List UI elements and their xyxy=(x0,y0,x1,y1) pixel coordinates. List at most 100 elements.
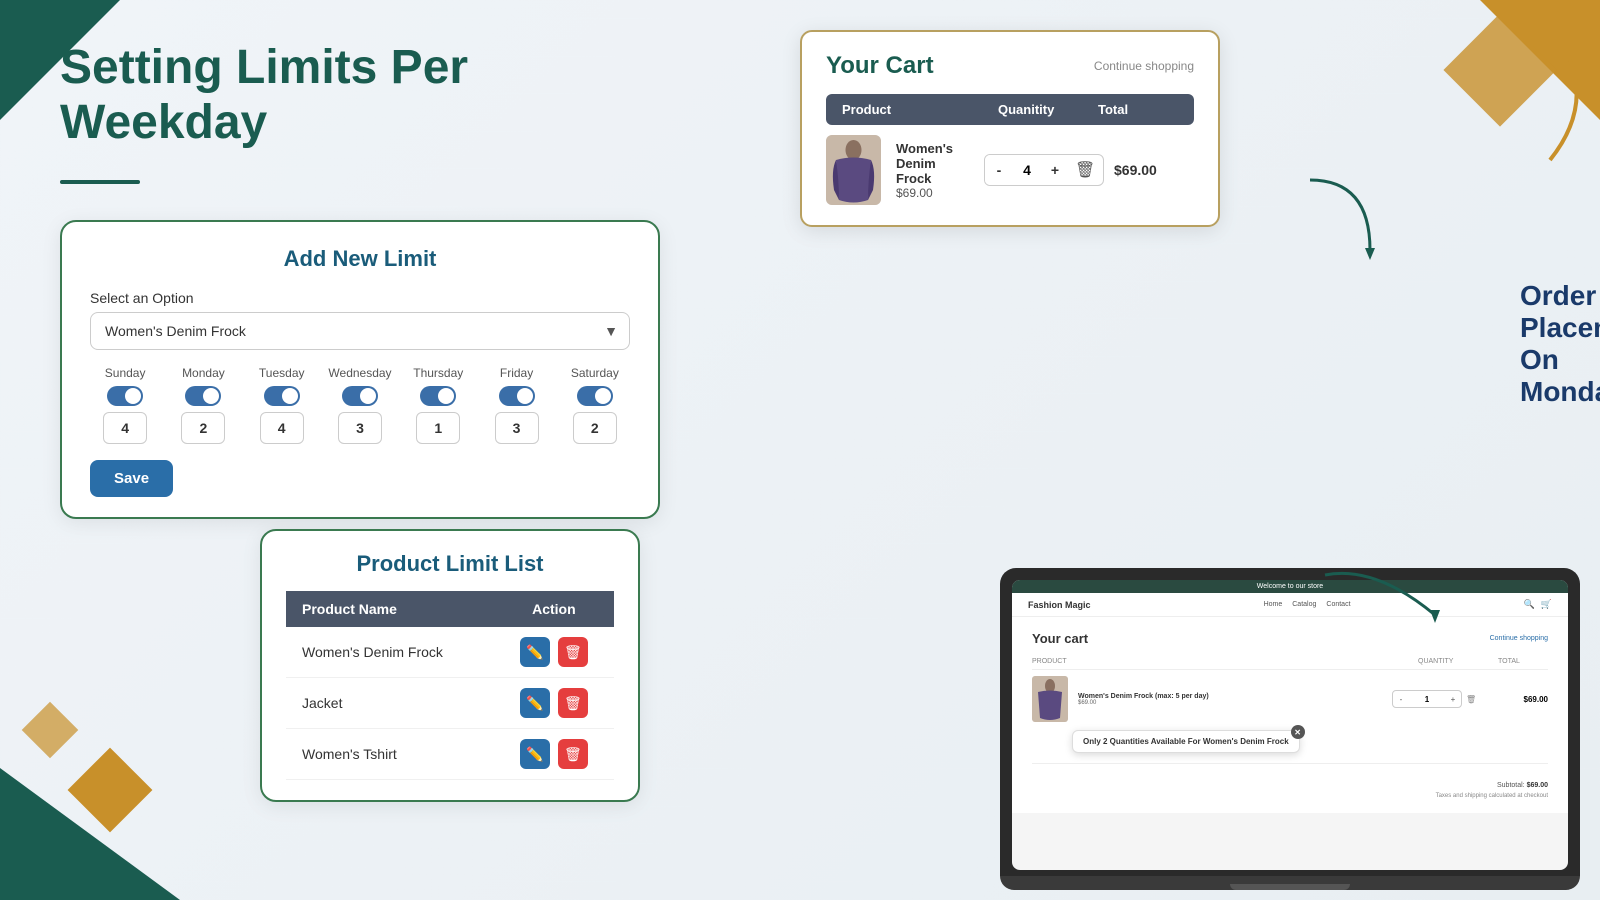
arrow-list-to-laptop xyxy=(1315,555,1455,640)
add-limit-card-title: Add New Limit xyxy=(90,246,630,272)
screen-content: Welcome to our store Fashion Magic Home … xyxy=(1012,580,1568,870)
quantity-decrease-button[interactable]: - xyxy=(985,155,1013,185)
product-limit-list-card: Product Limit List Product Name Action W… xyxy=(260,529,640,802)
delete-button-denim[interactable]: 🗑 xyxy=(558,637,588,667)
gold-curve-svg xyxy=(1470,50,1590,170)
tuesday-input[interactable] xyxy=(260,412,304,444)
tooltip-close-button[interactable]: ✕ xyxy=(1291,725,1305,739)
cart-product-name: Women's Denim Frock xyxy=(896,141,974,186)
cart-product-info: Women's Denim Frock $69.00 xyxy=(896,141,974,200)
screen-cart-title: Your cart xyxy=(1032,631,1088,646)
wednesday-toggle[interactable] xyxy=(342,386,378,406)
screen-product-image xyxy=(1032,676,1068,722)
screen-nav-icons: 🔍 🛒 xyxy=(1524,599,1552,610)
subtotal-row: Subtotal: $69.00 xyxy=(1032,778,1548,793)
screen-qty-decrease[interactable]: - xyxy=(1393,695,1409,704)
friday-input[interactable] xyxy=(495,412,539,444)
col-action: Action xyxy=(494,591,614,627)
friday-toggle[interactable] xyxy=(499,386,535,406)
tooltip-container: Only 2 Quantities Available For Women's … xyxy=(1032,726,1548,753)
subtotal-section: Subtotal: $69.00 Taxes and shipping calc… xyxy=(1032,763,1548,799)
select-wrapper: Women's Denim Frock Jacket Women's Tshir… xyxy=(90,312,630,350)
action-btns-tshirt: ✏️ 🗑 xyxy=(510,739,598,769)
table-row: Jacket ✏️ 🗑 xyxy=(286,678,614,729)
screen-nav: Fashion Magic Home Catalog Contact 🔍 🛒 xyxy=(1012,593,1568,617)
tooltip-text: Only 2 Quantities Available For Women's … xyxy=(1083,737,1289,746)
screen-col-product: PRODUCT xyxy=(1032,658,1418,665)
cart-table-header: Product Quanitity Total xyxy=(826,94,1194,125)
weekday-monday: Monday xyxy=(168,366,238,444)
monday-input[interactable] xyxy=(181,412,225,444)
product-thumbnail xyxy=(826,135,881,205)
table-body: Women's Denim Frock ✏️ 🗑 Jacket ✏ xyxy=(286,627,614,780)
friday-label: Friday xyxy=(500,366,533,380)
search-icon[interactable]: 🔍 xyxy=(1524,599,1535,610)
wednesday-input[interactable] xyxy=(338,412,382,444)
product-image-svg xyxy=(826,135,881,205)
tuesday-toggle[interactable] xyxy=(264,386,300,406)
product-name-tshirt: Women's Tshirt xyxy=(286,729,494,780)
thursday-toggle[interactable] xyxy=(420,386,456,406)
cart-icon[interactable]: 🛒 xyxy=(1541,599,1552,610)
sunday-toggle[interactable] xyxy=(107,386,143,406)
select-label: Select an Option xyxy=(90,290,630,306)
thursday-input[interactable] xyxy=(416,412,460,444)
col-product-name: Product Name xyxy=(286,591,494,627)
sunday-input[interactable] xyxy=(103,412,147,444)
weekday-wednesday: Wednesday xyxy=(325,366,395,444)
subtotal-amount: $69.00 xyxy=(1527,782,1548,789)
order-placement-title: Order Placement On Monday xyxy=(1520,280,1600,408)
screen-item-total: $69.00 xyxy=(1498,695,1548,704)
delete-button-jacket[interactable]: 🗑 xyxy=(558,688,588,718)
screen-product-price: $69.00 xyxy=(1078,700,1386,706)
weekday-saturday: Saturday xyxy=(560,366,630,444)
action-btns-denim: ✏️ 🗑 xyxy=(510,637,598,667)
table-row: Women's Denim Frock ✏️ 🗑 xyxy=(286,627,614,678)
weekday-friday: Friday xyxy=(481,366,551,444)
right-panel: Your Cart Continue shopping Product Quan… xyxy=(720,0,1600,900)
laptop-container: Welcome to our store Fashion Magic Home … xyxy=(1000,568,1580,890)
curved-arrow-svg xyxy=(1290,170,1390,270)
screen-qty-control: - 1 + xyxy=(1392,690,1462,708)
delete-button-tshirt[interactable]: 🗑 xyxy=(558,739,588,769)
screen-qty-increase[interactable]: + xyxy=(1445,695,1461,704)
continue-shopping-link[interactable]: Continue shopping xyxy=(1094,59,1194,73)
screen-product-thumb xyxy=(1032,676,1068,722)
edit-button-jacket[interactable]: ✏️ xyxy=(520,688,550,718)
col-total: Total xyxy=(1098,102,1178,117)
nav-link-home[interactable]: Home xyxy=(1264,601,1283,608)
arrow-cart-to-order xyxy=(1290,170,1390,275)
edit-button-tshirt[interactable]: ✏️ xyxy=(520,739,550,769)
screen-trash-icon[interactable]: 🗑 xyxy=(1466,695,1476,704)
col-product: Product xyxy=(842,102,998,117)
quantity-value: 4 xyxy=(1013,162,1041,178)
saturday-toggle[interactable] xyxy=(577,386,613,406)
cart-widget: Your Cart Continue shopping Product Quan… xyxy=(800,30,1220,227)
weekday-thursday: Thursday xyxy=(403,366,473,444)
laptop-base xyxy=(1000,876,1580,890)
screen-table-header: PRODUCT QUANTITY TOTAL xyxy=(1032,654,1548,670)
nav-link-catalog[interactable]: Catalog xyxy=(1292,601,1316,608)
edit-button-denim[interactable]: ✏️ xyxy=(520,637,550,667)
cart-product-price: $69.00 xyxy=(896,186,974,200)
page-title: Setting Limits Per Weekday xyxy=(60,40,660,150)
cart-item-total: $69.00 xyxy=(1114,162,1194,178)
cart-title: Your Cart xyxy=(826,52,934,80)
tuesday-label: Tuesday xyxy=(259,366,305,380)
title-underline xyxy=(60,180,140,184)
weekday-tuesday: Tuesday xyxy=(247,366,317,444)
saturday-input[interactable] xyxy=(573,412,617,444)
tax-note: Taxes and shipping calculated at checkou… xyxy=(1032,793,1548,799)
weekday-sunday: Sunday xyxy=(90,366,160,444)
screen-banner: Welcome to our store xyxy=(1012,580,1568,593)
monday-toggle[interactable] xyxy=(185,386,221,406)
cart-delete-icon[interactable]: 🗑 xyxy=(1075,160,1095,180)
screen-continue[interactable]: Continue shopping xyxy=(1490,635,1548,642)
screen-col-total: TOTAL xyxy=(1498,658,1548,665)
product-select[interactable]: Women's Denim Frock Jacket Women's Tshir… xyxy=(90,312,630,350)
quantity-increase-button[interactable]: + xyxy=(1041,155,1069,185)
monday-label: Monday xyxy=(182,366,225,380)
save-button[interactable]: Save xyxy=(90,460,173,497)
screen-cart-title-row: Your cart Continue shopping xyxy=(1032,631,1548,646)
gold-curve-decoration xyxy=(1470,50,1590,175)
